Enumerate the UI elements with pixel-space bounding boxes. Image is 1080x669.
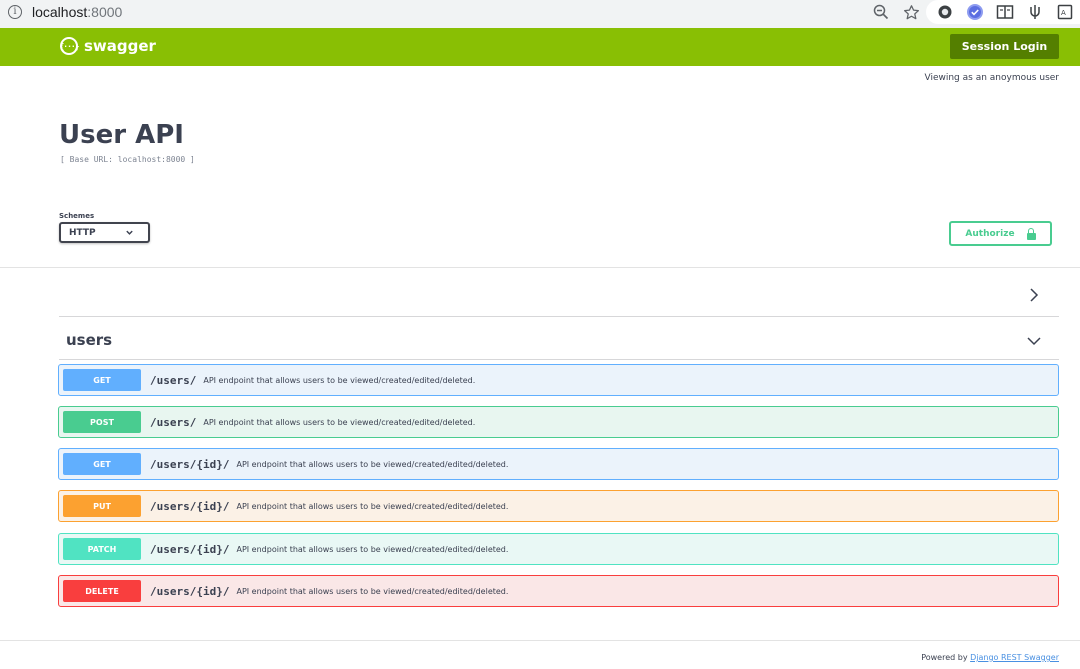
profile-icon[interactable]: A <box>1050 0 1080 24</box>
browser-toolbar: i localhost:8000 A <box>0 0 1080 28</box>
tag-divider <box>59 359 1059 360</box>
operation-path: /users/{id}/ <box>150 457 230 471</box>
schemes-label: Schemes <box>59 212 95 220</box>
url-port: :8000 <box>87 4 123 20</box>
page-title: User API <box>59 120 184 150</box>
method-badge: DELETE <box>63 580 141 602</box>
info-icon[interactable]: i <box>8 5 22 19</box>
operation-summary: API endpoint that allows users to be vie… <box>236 501 509 511</box>
star-icon[interactable] <box>896 0 926 24</box>
swagger-logo-icon: {···} <box>59 37 80 55</box>
address-bar[interactable]: i localhost:8000 <box>0 0 918 24</box>
method-badge: POST <box>63 411 141 433</box>
divider <box>0 267 1080 268</box>
method-badge: GET <box>63 369 141 391</box>
extension-icon[interactable] <box>930 0 960 24</box>
operation-path: /users/{id}/ <box>150 584 230 598</box>
extension-icon[interactable] <box>1020 0 1050 24</box>
operation-block[interactable]: PUT /users/{id}/ API endpoint that allow… <box>58 490 1059 522</box>
reading-list-icon[interactable] <box>990 0 1020 24</box>
schemes-selected-value: HTTP <box>69 227 96 238</box>
operation-path: /users/{id}/ <box>150 499 230 513</box>
svg-text:A: A <box>1061 9 1066 17</box>
check-circle-icon[interactable] <box>960 0 990 24</box>
tag-title[interactable]: users <box>66 331 112 349</box>
chevron-down-icon <box>125 228 134 240</box>
operation-summary: API endpoint that allows users to be vie… <box>236 586 509 596</box>
authorize-label: Authorize <box>965 228 1015 239</box>
method-badge: PUT <box>63 495 141 517</box>
viewing-note: Viewing as an anoymous user <box>924 73 1060 83</box>
operation-summary: API endpoint that allows users to be vie… <box>236 459 509 469</box>
schemes-select[interactable]: HTTP <box>59 222 150 243</box>
method-badge: GET <box>63 453 141 475</box>
url-host: localhost <box>32 4 88 20</box>
operation-summary: API endpoint that allows users to be vie… <box>236 544 509 554</box>
operation-block[interactable]: GET /users/ API endpoint that allows use… <box>58 364 1059 396</box>
unlock-icon <box>1026 227 1036 240</box>
swagger-logo-text: swagger <box>84 37 156 55</box>
operation-block[interactable]: POST /users/ API endpoint that allows us… <box>58 406 1059 438</box>
zoom-out-icon[interactable] <box>866 0 896 24</box>
operation-path: /users/{id}/ <box>150 542 230 556</box>
session-login-button[interactable]: Session Login <box>950 34 1059 59</box>
swagger-logo[interactable]: {···} swagger <box>59 37 156 55</box>
extensions-area: A <box>926 0 1080 24</box>
powered-by-prefix: Powered by <box>921 653 971 662</box>
operation-path: /users/ <box>150 415 197 429</box>
operation-summary: API endpoint that allows users to be vie… <box>203 417 476 427</box>
operation-block[interactable]: DELETE /users/{id}/ API endpoint that al… <box>58 575 1059 607</box>
swagger-topbar: {···} swagger Session Login <box>0 28 1080 66</box>
chevron-down-icon[interactable] <box>1026 333 1042 349</box>
footer-divider <box>0 640 1080 641</box>
authorize-button[interactable]: Authorize <box>949 221 1052 246</box>
method-badge: PATCH <box>63 538 141 560</box>
chevron-right-icon[interactable] <box>1026 287 1042 303</box>
operation-block[interactable]: PATCH /users/{id}/ API endpoint that all… <box>58 533 1059 565</box>
powered-by: Powered by Django REST Swagger <box>921 653 1059 662</box>
base-url: [ Base URL: localhost:8000 ] <box>60 155 195 164</box>
browser-actions: A <box>866 0 1080 24</box>
operation-block[interactable]: GET /users/{id}/ API endpoint that allow… <box>58 448 1059 480</box>
powered-by-link[interactable]: Django REST Swagger <box>970 653 1059 662</box>
operation-summary: API endpoint that allows users to be vie… <box>203 375 476 385</box>
operation-path: /users/ <box>150 373 197 387</box>
section-divider <box>59 316 1059 317</box>
